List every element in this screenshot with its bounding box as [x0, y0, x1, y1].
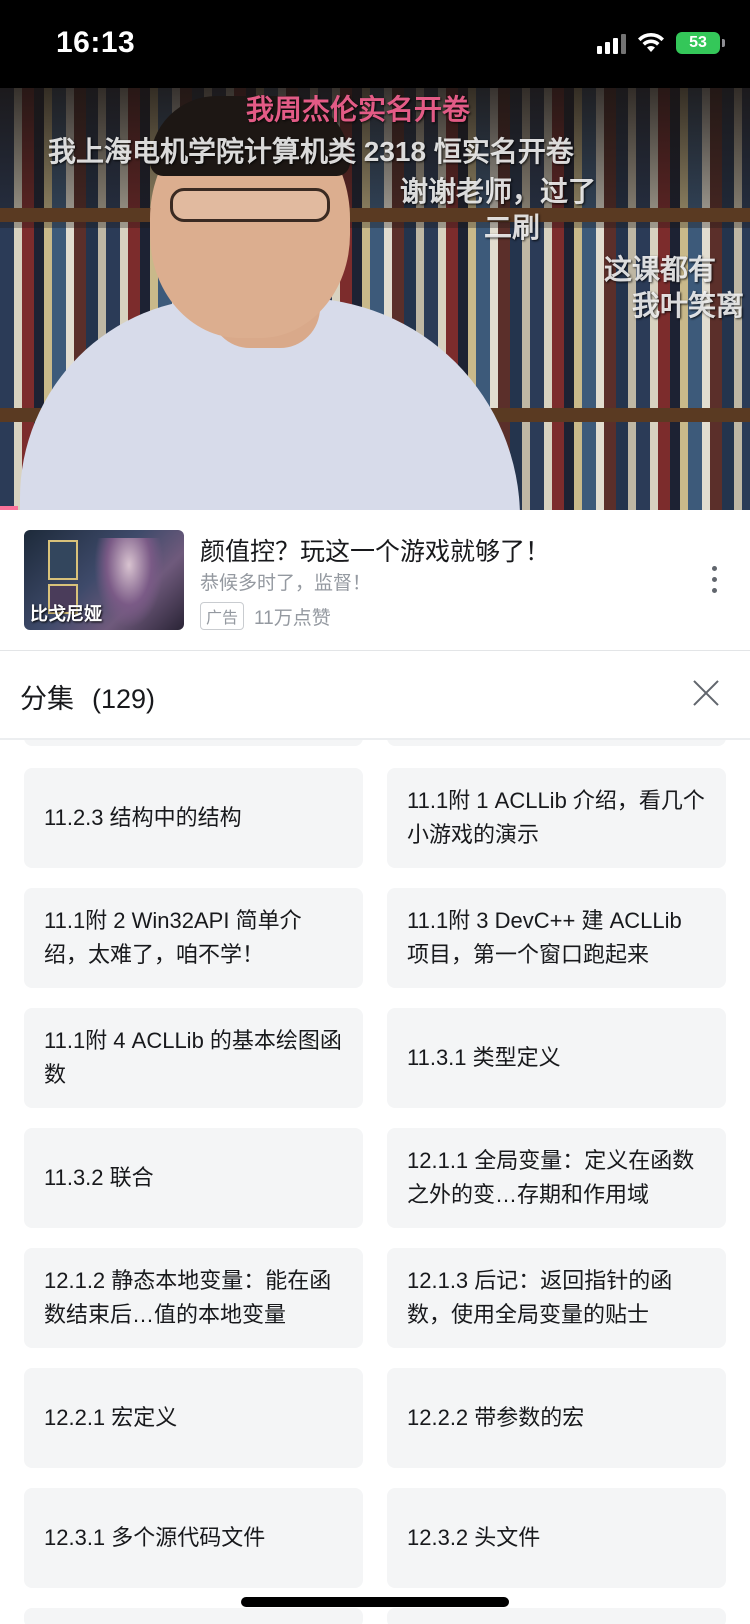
- status-icons: 53: [597, 32, 725, 54]
- ad-thumbnail[interactable]: 比戈尼娅: [24, 530, 184, 630]
- episode-item[interactable]: 12.1.2 静态本地变量：能在函数结束后…值的本地变量: [24, 1248, 363, 1348]
- episode-item-partial[interactable]: [387, 740, 726, 746]
- episode-item-partial[interactable]: [24, 740, 363, 746]
- episode-item-partial[interactable]: [24, 1608, 363, 1624]
- episode-item[interactable]: 12.1.1 全局变量：定义在函数之外的变…存期和作用域: [387, 1128, 726, 1228]
- battery-icon: 53: [676, 32, 725, 54]
- ad-card[interactable]: 比戈尼娅 颜值控？玩这一个游戏就够了！ 恭候多时了，监督！ 广告 11万点赞: [0, 510, 750, 650]
- danmaku-comment: 这课都有: [604, 254, 717, 285]
- episode-item[interactable]: 12.2.2 带参数的宏: [387, 1368, 726, 1468]
- episodes-grid[interactable]: 11.2.3 结构中的结构 11.1附 1 ACLLib 介绍，看几个小游戏的演…: [0, 740, 750, 1624]
- episode-item[interactable]: 11.3.2 联合: [24, 1128, 363, 1228]
- ad-likes: 11万点赞: [254, 607, 331, 629]
- status-bar: 16:13 53: [0, 0, 750, 88]
- episode-item[interactable]: 11.1附 4 ACLLib 的基本绘图函数: [24, 1008, 363, 1108]
- episode-item-partial[interactable]: [387, 1608, 726, 1624]
- episodes-title-label: 分集: [20, 684, 74, 714]
- ad-meta: 广告 11万点赞: [200, 602, 331, 630]
- episode-item[interactable]: 11.1附 1 ACLLib 介绍，看几个小游戏的演示: [387, 768, 726, 868]
- ad-subtitle: 恭候多时了，监督！: [200, 573, 372, 594]
- danmaku-comment: 二刷: [484, 212, 541, 243]
- status-time: 16:13: [56, 26, 136, 59]
- episodes-panel-title: 分集 (129): [20, 677, 155, 716]
- episode-item[interactable]: 11.2.3 结构中的结构: [24, 768, 363, 868]
- episodes-count: (129): [92, 684, 156, 714]
- home-indicator[interactable]: [241, 1597, 509, 1607]
- danmaku-comment: 我周杰伦实名开卷: [246, 94, 471, 125]
- episode-item[interactable]: 12.3.2 头文件: [387, 1488, 726, 1588]
- wifi-icon: [638, 32, 664, 52]
- episode-item[interactable]: 12.2.1 宏定义: [24, 1368, 363, 1468]
- episode-item[interactable]: 11.1附 3 DevC++ 建 ACLLib 项目，第一个窗口跑起来: [387, 888, 726, 988]
- close-icon[interactable]: [692, 679, 720, 707]
- episode-item[interactable]: 11.1附 2 Win32API 简单介绍，太难了，咱不学！: [24, 888, 363, 988]
- danmaku-comment: 我上海电机学院计算机类 2318 恒实名开卷: [48, 136, 574, 167]
- danmaku-comment: 我叶笑离: [632, 290, 745, 321]
- danmaku-comment: 谢谢老师，过了: [400, 176, 597, 207]
- episodes-panel-header: 分集 (129): [0, 651, 750, 739]
- episode-item[interactable]: 12.3.1 多个源代码文件: [24, 1488, 363, 1588]
- video-player[interactable]: 我周杰伦实名开卷 我上海电机学院计算机类 2318 恒实名开卷 谢谢老师，过了 …: [0, 88, 750, 510]
- episode-item[interactable]: 11.3.1 类型定义: [387, 1008, 726, 1108]
- ad-title[interactable]: 颜值控？玩这一个游戏就够了！: [200, 532, 550, 568]
- episode-item[interactable]: 12.1.3 后记：返回指针的函数，使用全局变量的贴士: [387, 1248, 726, 1348]
- ad-badge: 广告: [200, 602, 245, 630]
- more-options-icon[interactable]: [712, 566, 720, 596]
- cellular-signal-icon: [597, 32, 626, 54]
- speaker-glasses: [170, 188, 330, 222]
- ad-thumbnail-logo: 比戈尼娅: [30, 604, 102, 625]
